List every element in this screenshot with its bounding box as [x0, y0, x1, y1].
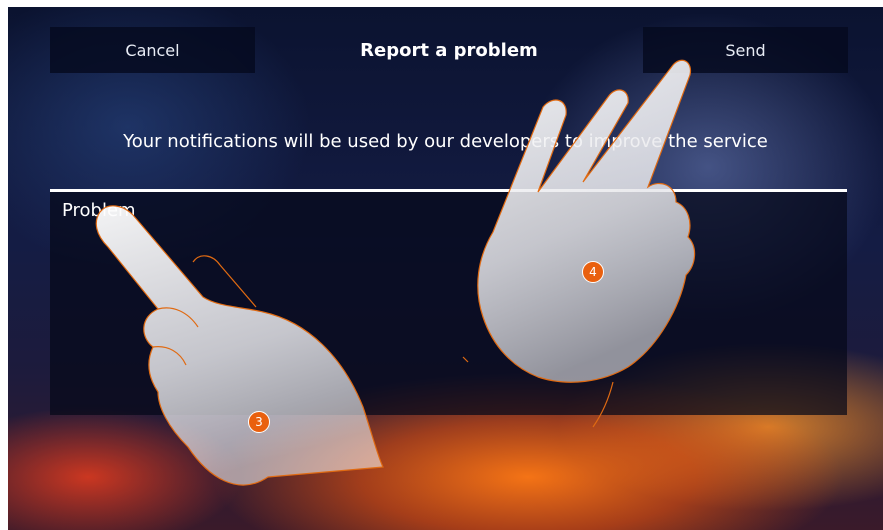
problem-field-label: Problem	[62, 200, 136, 221]
cancel-button[interactable]: Cancel	[50, 27, 255, 73]
step-3-badge: 3	[248, 411, 270, 433]
device-screen: Cancel Report a problem Send Your notifi…	[8, 7, 883, 530]
info-text: Your notifications will be used by our d…	[123, 131, 768, 152]
problem-text-field[interactable]: Problem	[50, 189, 847, 415]
step-4-badge: 4	[582, 261, 604, 283]
send-button[interactable]: Send	[643, 27, 848, 73]
page-title: Report a problem	[360, 39, 538, 61]
